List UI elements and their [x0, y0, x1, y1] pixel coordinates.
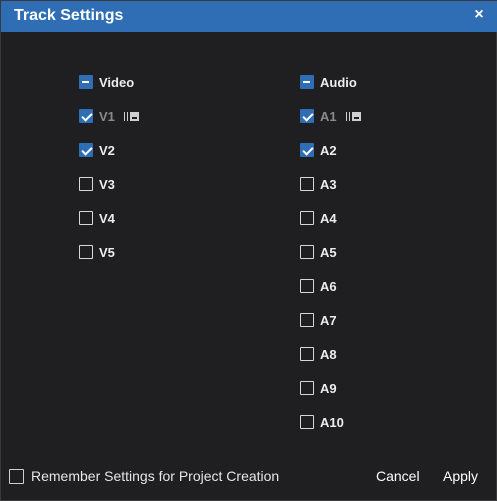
audio-track-checkbox[interactable]: [300, 177, 314, 191]
video-track-checkbox[interactable]: [79, 109, 93, 123]
video-track-checkbox[interactable]: [79, 245, 93, 259]
apply-button[interactable]: Apply: [443, 466, 478, 486]
track-settings-dialog: Track Settings × Video V1 V2 V3 V4 V5 Audio …: [0, 0, 497, 501]
audio-track-row[interactable]: A3: [300, 174, 337, 194]
audio-track-row[interactable]: A10: [300, 412, 344, 432]
audio-track-row[interactable]: A7: [300, 310, 337, 330]
audio-track-label: A3: [320, 176, 337, 192]
audio-track-label: A4: [320, 210, 337, 226]
audio-track-checkbox[interactable]: [300, 347, 314, 361]
audio-track-row[interactable]: A8: [300, 344, 337, 364]
track-locked-icon: [123, 111, 139, 121]
video-track-label: V2: [99, 142, 115, 158]
audio-track-checkbox[interactable]: [300, 245, 314, 259]
track-locked-icon: [345, 111, 361, 121]
title-bar: Track Settings ×: [1, 1, 497, 32]
audio-track-row[interactable]: A5: [300, 242, 337, 262]
audio-track-checkbox[interactable]: [300, 381, 314, 395]
remember-settings-label: Remember Settings for Project Creation: [31, 468, 280, 484]
close-icon[interactable]: ×: [472, 6, 486, 24]
video-track-label: V1: [99, 108, 115, 124]
video-track-checkbox[interactable]: [79, 143, 93, 157]
audio-track-label: A6: [320, 278, 337, 294]
audio-track-checkbox[interactable]: [300, 279, 314, 293]
video-track-label: V3: [99, 176, 115, 192]
audio-track-row[interactable]: A2: [300, 140, 337, 160]
video-track-label: V5: [99, 244, 115, 260]
video-track-row[interactable]: V3: [79, 174, 115, 194]
video-track-checkbox[interactable]: [79, 177, 93, 191]
audio-track-row[interactable]: A6: [300, 276, 337, 296]
audio-track-row[interactable]: A4: [300, 208, 337, 228]
audio-track-label: A8: [320, 346, 337, 362]
video-header-label: Video: [99, 74, 135, 90]
audio-track-checkbox[interactable]: [300, 415, 314, 429]
audio-track-label: A5: [320, 244, 337, 260]
remember-settings-option[interactable]: Remember Settings for Project Creation: [9, 466, 279, 486]
audio-track-label: A1: [320, 108, 337, 124]
audio-track-label: A2: [320, 142, 337, 158]
video-header-row[interactable]: Video: [79, 72, 134, 92]
audio-track-checkbox[interactable]: [300, 313, 314, 327]
audio-track-row[interactable]: A1: [300, 106, 361, 126]
audio-header-row[interactable]: Audio: [300, 72, 357, 92]
audio-track-checkbox[interactable]: [300, 109, 314, 123]
audio-track-checkbox[interactable]: [300, 143, 314, 157]
video-track-row[interactable]: V4: [79, 208, 115, 228]
audio-track-label: A10: [320, 414, 344, 430]
cancel-button[interactable]: Cancel: [376, 466, 420, 486]
audio-header-checkbox[interactable]: [300, 75, 314, 89]
video-track-row[interactable]: V2: [79, 140, 115, 160]
video-track-label: V4: [99, 210, 115, 226]
dialog-title: Track Settings: [14, 7, 124, 24]
video-track-row[interactable]: V5: [79, 242, 115, 262]
audio-track-label: A7: [320, 312, 337, 328]
audio-track-label: A9: [320, 380, 337, 396]
video-track-row[interactable]: V1: [79, 106, 139, 126]
remember-settings-checkbox[interactable]: [9, 468, 24, 484]
video-header-checkbox[interactable]: [79, 75, 93, 89]
audio-track-checkbox[interactable]: [300, 211, 314, 225]
video-track-checkbox[interactable]: [79, 211, 93, 225]
audio-track-row[interactable]: A9: [300, 378, 337, 398]
audio-header-label: Audio: [320, 74, 357, 90]
